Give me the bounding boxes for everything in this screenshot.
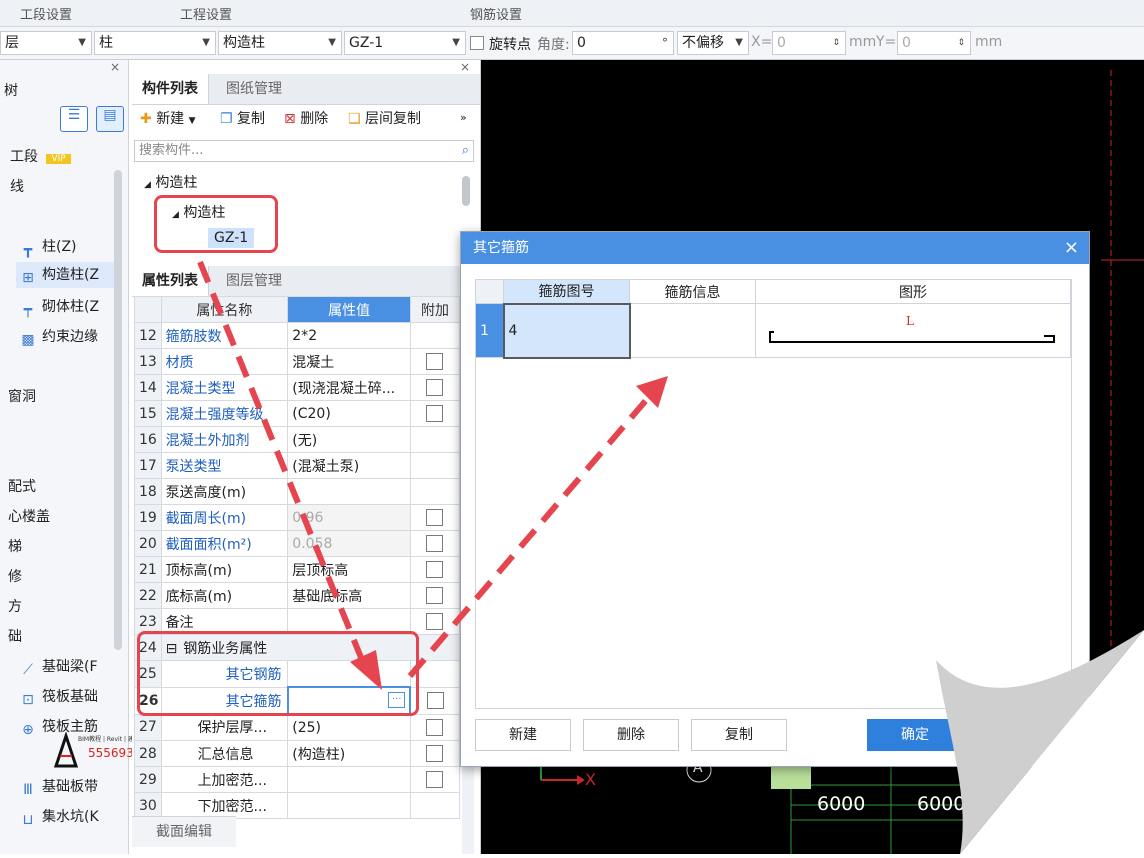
page-curl-decoration [936, 630, 1144, 854]
